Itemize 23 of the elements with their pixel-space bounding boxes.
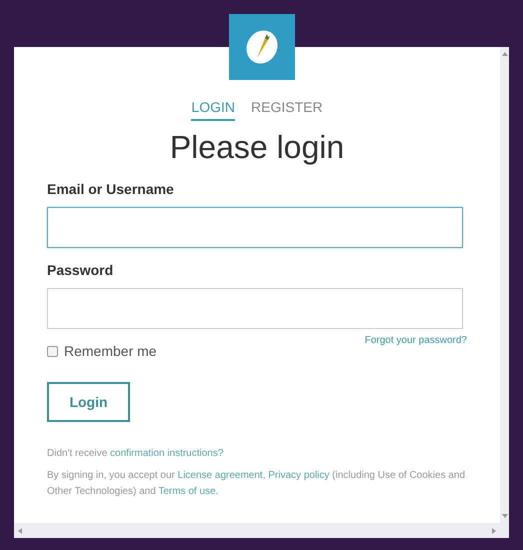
scroll-right-icon[interactable] [492, 528, 496, 534]
remember-checkbox[interactable] [47, 346, 58, 357]
vertical-scrollbar[interactable] [500, 47, 509, 538]
scroll-up-icon[interactable] [502, 52, 508, 56]
page-heading: Please login [168, 128, 346, 167]
forgot-password-link[interactable]: Forgot your password? [364, 333, 467, 348]
remember-label: Remember me [64, 342, 157, 361]
link[interactable]: Terms of use [158, 486, 216, 497]
scroll-down-icon[interactable] [502, 514, 508, 518]
link[interactable]: confirmation instructions? [110, 448, 224, 459]
tab[interactable]: LOGIN [191, 97, 235, 121]
login-button[interactable]: Login [47, 382, 130, 422]
field-label: Password [47, 261, 114, 280]
tab[interactable]: REGISTER [251, 97, 323, 121]
scroll-left-icon[interactable] [18, 528, 22, 534]
note-text: By signing in, you accept our License agreement, Privacy policy (including Use of Cookies and Other Technologies) and Terms of use. [47, 469, 466, 499]
horizontal-scrollbar[interactable] [14, 523, 500, 538]
field-label: Email or Username [47, 180, 175, 199]
link[interactable]: License agreement [178, 470, 263, 481]
note-text: Didn't receive confirmation instructions? [47, 447, 224, 461]
input-field[interactable] [47, 207, 463, 248]
input-field[interactable] [47, 288, 463, 329]
link[interactable]: Privacy policy [268, 470, 330, 481]
